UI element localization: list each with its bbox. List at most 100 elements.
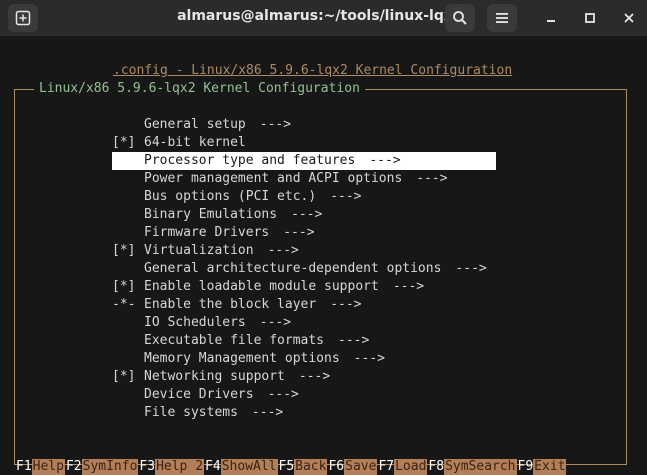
new-tab-button[interactable] xyxy=(8,4,38,32)
menu-item-mark xyxy=(112,152,144,170)
submenu-arrow: ---> xyxy=(338,333,370,348)
submenu-arrow: ---> xyxy=(330,297,362,312)
function-key-f6[interactable]: F6 xyxy=(328,459,344,475)
menu-item[interactable]: Memory Management options ---> xyxy=(112,350,612,368)
menu-item[interactable]: Processor type and features ---> xyxy=(112,152,496,170)
menu-item[interactable]: Executable file formats ---> xyxy=(112,332,612,350)
menu-item-mark: [*] xyxy=(112,243,136,258)
menu-item[interactable]: [*] Enable loadable module support ---> xyxy=(112,278,612,296)
menu-item-mark: [*] xyxy=(112,135,136,150)
submenu-arrow: ---> xyxy=(283,225,315,240)
menu-item-mark: [*] xyxy=(112,369,136,384)
submenu-arrow: ---> xyxy=(291,207,323,222)
function-key-f2[interactable]: F2 xyxy=(66,459,82,475)
menu-item-label: Enable the block layer xyxy=(144,297,317,312)
menu-item-label: Networking support xyxy=(144,369,285,384)
menu-item-label: Enable loadable module support xyxy=(144,279,379,294)
search-button[interactable] xyxy=(445,4,475,32)
function-key-label[interactable]: ShowAll xyxy=(220,459,278,475)
menu-item-label: Binary Emulations xyxy=(144,207,278,222)
function-key-label[interactable]: Load xyxy=(394,459,428,475)
menu-item-mark xyxy=(112,314,144,332)
menu-item-mark xyxy=(112,170,144,188)
submenu-arrow: ---> xyxy=(330,189,362,204)
maximize-button[interactable] xyxy=(575,4,605,32)
menu-item-label: General architecture-dependent options xyxy=(144,261,442,276)
hamburger-menu-icon xyxy=(496,13,508,23)
menu-item-mark xyxy=(112,404,144,422)
function-key-label[interactable]: Save xyxy=(344,459,378,475)
submenu-arrow: ---> xyxy=(416,171,448,186)
menu-item-mark xyxy=(112,206,144,224)
menu-item[interactable]: [*] Virtualization ---> xyxy=(112,242,612,260)
search-icon xyxy=(453,11,467,25)
close-button[interactable] xyxy=(614,4,644,32)
menu-item-mark xyxy=(112,386,144,404)
submenu-arrow: ---> xyxy=(267,387,299,402)
menu-item[interactable]: Binary Emulations ---> xyxy=(112,206,612,224)
kernel-config-menu: General setup ---> [*] 64-bit kernel Process… xyxy=(112,116,612,422)
submenu-arrow: ---> xyxy=(267,243,299,258)
submenu-arrow: ---> xyxy=(259,315,292,330)
minimize-button[interactable] xyxy=(536,4,566,32)
function-key-label[interactable]: Help xyxy=(31,459,65,475)
submenu-arrow: ---> xyxy=(353,351,385,366)
menu-item-label: 64-bit kernel xyxy=(144,135,246,150)
menu-item-label: Firmware Drivers xyxy=(144,225,270,240)
menu-item-mark: [*] xyxy=(112,279,136,294)
function-key-f8[interactable]: F8 xyxy=(428,459,444,475)
function-key-f7[interactable]: F7 xyxy=(378,459,394,475)
maximize-icon xyxy=(585,13,595,23)
menu-item-label: Device Drivers xyxy=(144,387,254,402)
close-icon xyxy=(624,13,634,23)
new-tab-icon xyxy=(15,10,31,26)
menu-item[interactable]: Power management and ACPI options ---> xyxy=(112,170,612,188)
menu-item-mark xyxy=(112,224,144,242)
menu-item[interactable]: Bus options (PCI etc.) ---> xyxy=(112,188,612,206)
menu-item[interactable]: IO Schedulers ---> xyxy=(112,314,612,332)
function-key-label[interactable]: SymSearch xyxy=(444,459,517,475)
function-key-f1[interactable]: F1 xyxy=(0,459,32,475)
function-key-label[interactable]: Help 2 xyxy=(155,459,205,475)
menu-item-label: Executable file formats xyxy=(144,333,325,348)
menu-item-label: File systems xyxy=(144,405,238,420)
menu-item-mark xyxy=(112,260,144,278)
menu-item-mark xyxy=(112,332,144,350)
submenu-arrow: ---> xyxy=(298,369,331,384)
menu-item-label: Power management and ACPI options xyxy=(144,171,403,186)
menu-item[interactable]: File systems ---> xyxy=(112,404,612,422)
window-title: almarus@almarus:~/tools/linux-lqx xyxy=(177,8,453,24)
menu-item[interactable]: General setup ---> xyxy=(112,116,612,134)
function-key-label[interactable]: Back xyxy=(294,459,328,475)
menu-item-label: General setup xyxy=(144,117,246,132)
menu-item[interactable]: Device Drivers ---> xyxy=(112,386,612,404)
menu-item[interactable]: [*] Networking support ---> xyxy=(112,368,612,386)
terminal-area[interactable]: .config - Linux/x86 5.9.6-lqx2 Kernel Co… xyxy=(0,37,647,475)
menu-item-label: Virtualization xyxy=(144,243,254,258)
submenu-arrow: ---> xyxy=(392,279,425,294)
submenu-arrow: ---> xyxy=(455,261,487,276)
function-key-f5[interactable]: F5 xyxy=(279,459,295,475)
function-key-label[interactable]: Exit xyxy=(533,459,567,475)
menu-item-mark: -*- xyxy=(112,297,136,312)
config-header: .config - Linux/x86 5.9.6-lqx2 Kernel Co… xyxy=(113,63,513,78)
function-key-f9[interactable]: F9 xyxy=(518,459,534,475)
submenu-arrow: ---> xyxy=(369,153,401,168)
menu-item-mark xyxy=(112,188,144,206)
menu-item-mark xyxy=(112,350,144,368)
menu-button[interactable] xyxy=(487,4,517,32)
menu-item-label: Memory Management options xyxy=(144,351,340,366)
function-key-label[interactable]: SymInfo xyxy=(81,459,139,475)
menu-item-label: Bus options (PCI etc.) xyxy=(144,189,317,204)
function-key-f4[interactable]: F4 xyxy=(205,459,221,475)
menu-item[interactable]: General architecture-dependent options --… xyxy=(112,260,612,278)
window-titlebar: almarus@almarus:~/tools/linux-lqx xyxy=(0,0,647,37)
function-key-f3[interactable]: F3 xyxy=(139,459,155,475)
submenu-arrow: ---> xyxy=(259,117,292,132)
frame-title: Linux/x86 5.9.6-lqx2 Kernel Configuratio… xyxy=(34,81,365,96)
menu-item[interactable]: -*- Enable the block layer ---> xyxy=(112,296,612,314)
menu-item-label: Processor type and features xyxy=(144,153,356,168)
minimize-icon xyxy=(547,20,555,22)
menu-item[interactable]: [*] 64-bit kernel xyxy=(112,134,612,152)
menu-item[interactable]: Firmware Drivers ---> xyxy=(112,224,612,242)
